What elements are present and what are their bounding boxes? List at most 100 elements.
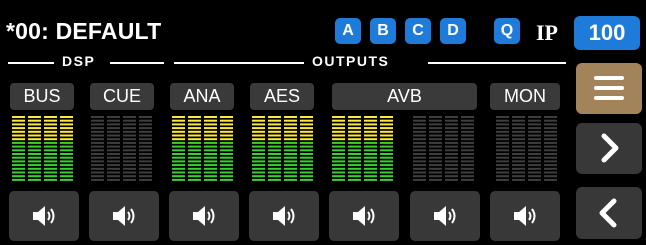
meter-segment [204, 127, 217, 130]
ip-value-button[interactable]: 100 [574, 16, 640, 50]
meter-segment [544, 130, 557, 133]
meter-segment [44, 175, 57, 178]
meter-segment [496, 145, 509, 148]
meter-segment [284, 127, 297, 130]
meter-segment [172, 123, 185, 126]
meter-segment [172, 149, 185, 152]
meter-segment [268, 178, 281, 181]
q-button[interactable]: Q [494, 18, 520, 44]
meter-segment [380, 127, 393, 130]
meter-segment [332, 127, 345, 130]
meter-segment [139, 130, 152, 133]
meter-segment [496, 116, 509, 118]
meter-segment [461, 160, 474, 163]
meter-segment [220, 167, 233, 170]
meter-segment [268, 141, 281, 144]
meter-segment [429, 178, 442, 181]
meter-segment [12, 164, 25, 167]
level-meter-ana [172, 116, 233, 181]
meter-segment [28, 164, 41, 167]
meter-segment [364, 141, 377, 144]
meter-segment [348, 156, 361, 159]
meter-segment [252, 134, 265, 137]
meter-segment [380, 116, 393, 118]
meter-segment [429, 116, 442, 118]
divider [428, 62, 566, 64]
meter-segment [188, 116, 201, 118]
mute-button-mon[interactable] [490, 191, 560, 241]
meter-segment [252, 167, 265, 170]
meter-segment [380, 175, 393, 178]
bank-b-button[interactable]: B [370, 18, 396, 44]
meter-segment [107, 141, 120, 144]
meter-segment [172, 178, 185, 181]
meter-segment [252, 123, 265, 126]
channel-label-mon[interactable]: MON [490, 83, 560, 110]
meter-segment [429, 134, 442, 137]
channel-label-ana[interactable]: ANA [170, 83, 234, 110]
meter-segment [123, 145, 136, 148]
mute-button-ana[interactable] [169, 191, 239, 241]
meter-segment [172, 167, 185, 170]
meter-segment [544, 134, 557, 137]
bank-d-button[interactable]: D [440, 18, 466, 44]
mute-button-cue[interactable] [89, 191, 159, 241]
meter-segment [332, 164, 345, 167]
meter-segment [12, 134, 25, 137]
meter-segment [284, 134, 297, 137]
divider [8, 62, 54, 64]
meter-segment [364, 138, 377, 141]
meter-segment [429, 167, 442, 170]
channel-label-cue[interactable]: CUE [90, 83, 154, 110]
meter-segment [60, 153, 73, 155]
meter-segment [496, 130, 509, 133]
meter-segment [364, 175, 377, 178]
meter-segment [204, 178, 217, 181]
hamburger-menu-icon [594, 76, 624, 100]
channel-label-avb[interactable]: AVB [332, 83, 477, 110]
meter-segment [461, 167, 474, 170]
meter-segment [512, 134, 525, 137]
meter-segment [139, 160, 152, 163]
meter-segment [364, 130, 377, 133]
meter-segment [28, 119, 41, 122]
meter-segment [364, 156, 377, 159]
meter-segment [91, 175, 104, 178]
menu-button[interactable] [576, 63, 642, 114]
meter-segment [445, 156, 458, 159]
meter-segment [461, 134, 474, 137]
meter-segment [188, 178, 201, 181]
level-meter-mon [496, 116, 557, 181]
channel-label-bus[interactable]: BUS [10, 83, 74, 110]
meter-segment [413, 138, 426, 141]
meter-segment [268, 138, 281, 141]
meter-segment [139, 127, 152, 130]
meter-segment [512, 119, 525, 122]
mute-button-avb-1[interactable] [329, 191, 399, 241]
meter-segment [300, 149, 313, 152]
next-page-button[interactable] [576, 123, 642, 174]
meter-segment [107, 123, 120, 126]
meter-segment [461, 153, 474, 155]
mute-button-bus[interactable] [9, 191, 79, 241]
meter-segment [512, 171, 525, 174]
channel-label-aes[interactable]: AES [250, 83, 314, 110]
meter-segment [252, 141, 265, 144]
meter-segment [429, 153, 442, 155]
meter-segment [332, 160, 345, 163]
mute-button-aes[interactable] [249, 191, 319, 241]
bank-c-button[interactable]: C [405, 18, 431, 44]
meter-segment [60, 130, 73, 133]
meter-segment [204, 156, 217, 159]
meter-segment [91, 141, 104, 144]
meter-segment [139, 156, 152, 159]
meter-segment [429, 175, 442, 178]
bank-a-button[interactable]: A [335, 18, 361, 44]
previous-page-button[interactable] [576, 187, 642, 239]
meter-segment [252, 160, 265, 163]
meter-segment [284, 164, 297, 167]
mute-button-avb-2[interactable] [410, 191, 480, 241]
meter-segment [107, 134, 120, 137]
meter-segment [252, 127, 265, 130]
meter-segment [188, 171, 201, 174]
